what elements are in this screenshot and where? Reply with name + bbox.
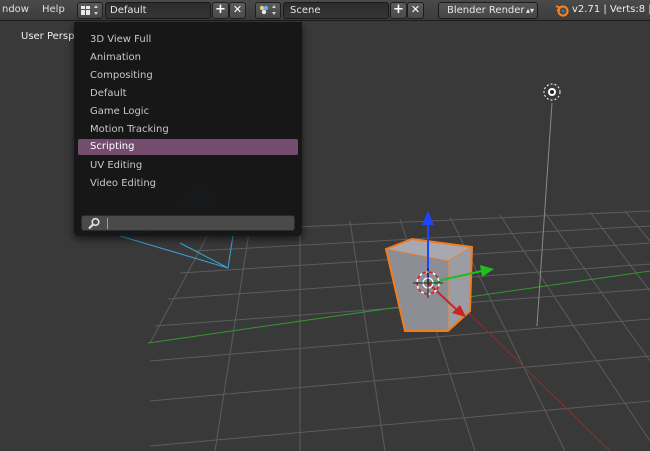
text-cursor <box>107 218 108 229</box>
lamp-object[interactable] <box>543 83 561 101</box>
layout-search-input[interactable] <box>81 215 295 231</box>
scene-icon <box>259 5 276 15</box>
viewport-view-label: User Persp <box>21 31 75 42</box>
search-magnifier-icon <box>88 217 100 230</box>
layout-option-game-logic[interactable]: Game Logic <box>78 104 298 120</box>
render-engine-value: Blender Render <box>447 5 525 16</box>
scene-selector[interactable] <box>255 2 281 19</box>
add-layout-button[interactable]: + <box>212 2 229 19</box>
blender-logo-icon <box>555 5 569 17</box>
info-header: ndow Help Default + ✕ Scene + ✕ Blender … <box>0 0 650 21</box>
scene-name-field[interactable]: Scene <box>283 2 389 19</box>
lamp-line <box>536 102 553 327</box>
render-engine-arrows-icon: ▴▾ <box>525 6 534 15</box>
scene-name-text: Scene <box>290 5 321 16</box>
layout-option-compositing[interactable]: Compositing <box>78 68 298 84</box>
menu-window[interactable]: ndow <box>2 4 29 15</box>
layout-option-video-editing[interactable]: Video Editing <box>78 176 298 192</box>
layout-option-uv-editing[interactable]: UV Editing <box>78 158 298 174</box>
layout-option-animation[interactable]: Animation <box>78 50 298 66</box>
screen-layout-selector[interactable] <box>77 2 103 19</box>
scene-statistics: v2.71 | Verts:8 | <box>572 4 650 15</box>
layout-name-field[interactable]: Default <box>105 2 211 19</box>
layout-option-scripting[interactable]: Scripting <box>78 139 298 155</box>
screen-layout-icon <box>81 5 98 15</box>
remove-scene-button[interactable]: ✕ <box>407 2 424 19</box>
screen-layout-dropdown: 3D View Full Animation Compositing Defau… <box>74 22 302 236</box>
layout-option-3d-view-full[interactable]: 3D View Full <box>78 32 298 48</box>
render-engine-select[interactable]: Blender Render ▴▾ <box>438 2 538 19</box>
layout-option-motion-tracking[interactable]: Motion Tracking <box>78 122 298 138</box>
remove-layout-button[interactable]: ✕ <box>229 2 246 19</box>
menu-help[interactable]: Help <box>42 4 65 15</box>
layout-option-default[interactable]: Default <box>78 86 298 102</box>
add-scene-button[interactable]: + <box>390 2 407 19</box>
